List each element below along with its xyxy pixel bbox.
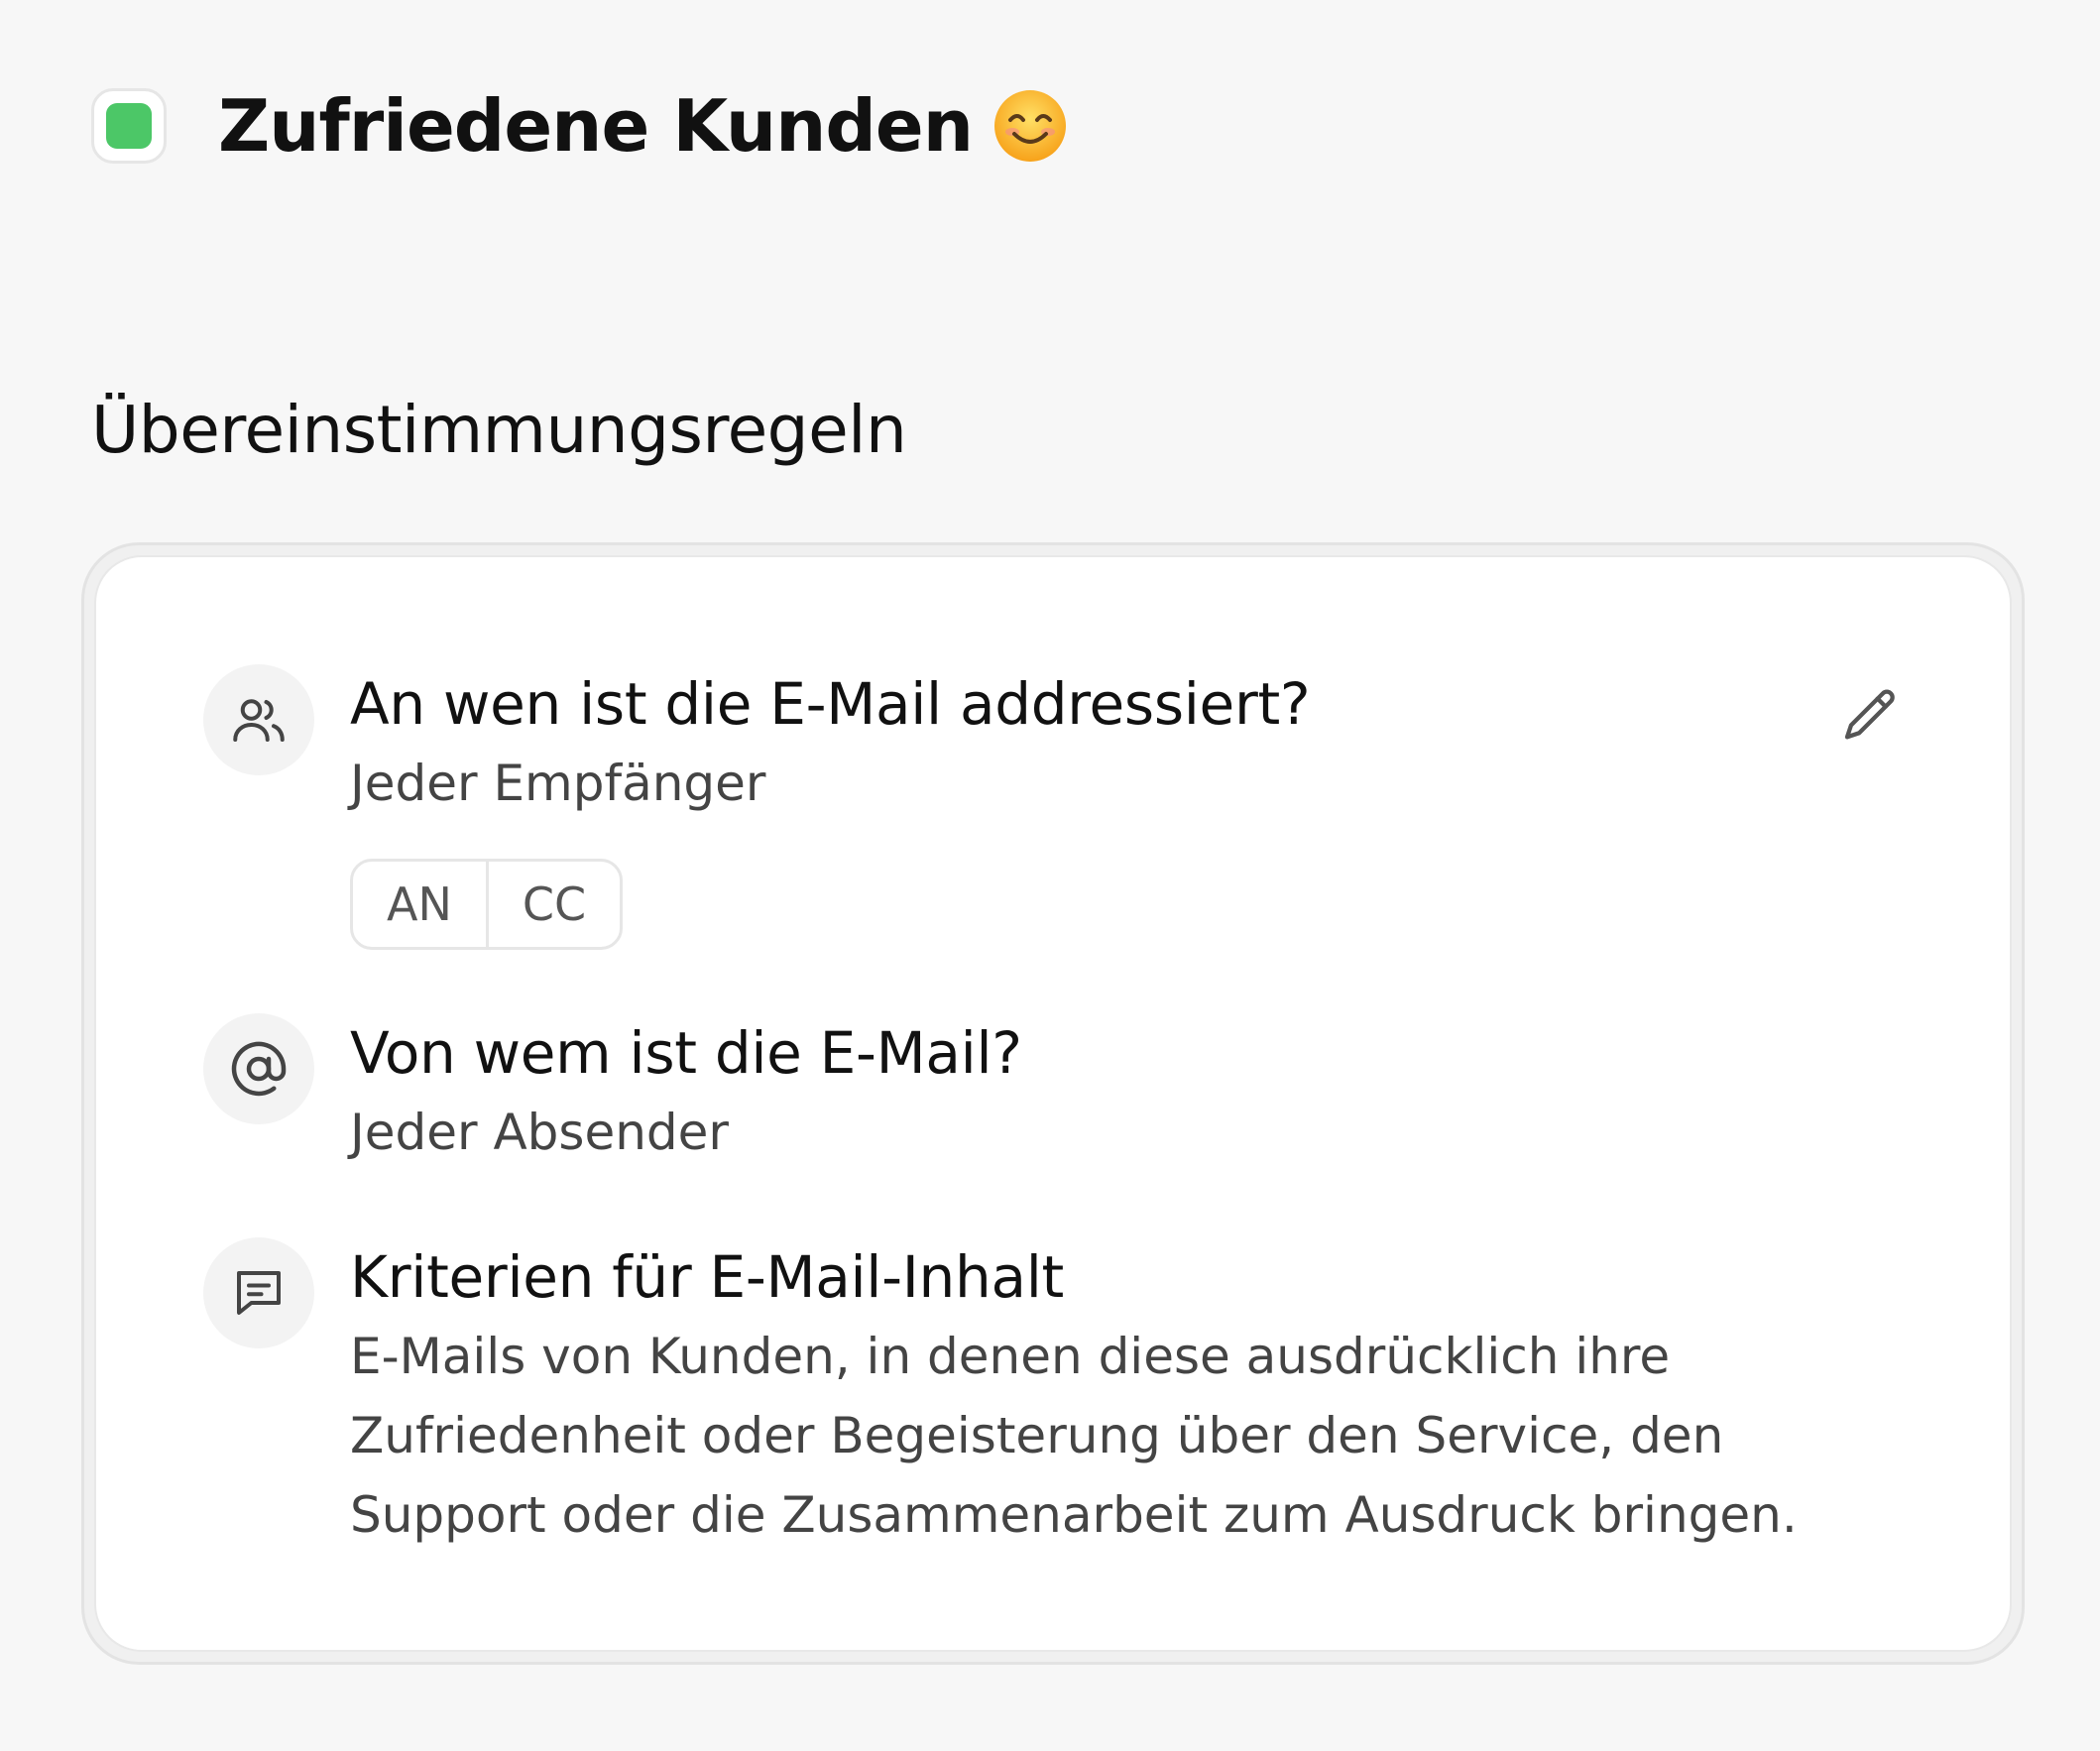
rule-title: Von wem ist die E-Mail? [350,1019,1022,1087]
message-icon [203,1237,314,1348]
section-heading: Übereinstimmungsregeln [91,392,907,468]
rule-title: An wen ist die E-Mail addressiert? [350,670,1311,738]
rules-card-inner: An wen ist die E-Mail addressiert? Jeder… [94,555,2012,1652]
label-color-dot [106,103,152,149]
rule-recipients-content: An wen ist die E-Mail addressiert? Jeder… [350,664,1911,950]
rule-title: Kriterien für E-Mail-Inhalt [350,1243,1064,1311]
label-color-swatch[interactable] [91,88,167,164]
recipient-field-toggle: AN CC [350,859,624,950]
rules-card: An wen ist die E-Mail addressiert? Jeder… [81,542,2025,1665]
header: Zufriedene Kunden [91,84,1068,168]
edit-button[interactable] [1831,678,1911,758]
page-title: Zufriedene Kunden [218,84,974,168]
toggle-an[interactable]: AN [353,862,486,947]
at-sign-icon [203,1013,314,1124]
rule-sender-content: Von wem ist die E-Mail? Jeder Absender [350,1013,1911,1172]
smiling-face-icon [992,88,1068,164]
pencil-icon [1839,684,1903,752]
toggle-cc[interactable]: CC [485,862,620,947]
rule-content-criteria-content: Kriterien für E-Mail-Inhalt E-Mails von … [350,1237,1911,1555]
rule-value: Jeder Empfänger [350,755,766,812]
rule-value: Jeder Absender [350,1104,729,1161]
rule-description: E-Mails von Kunden, in denen diese ausdr… [350,1328,1798,1544]
people-icon [203,664,314,775]
